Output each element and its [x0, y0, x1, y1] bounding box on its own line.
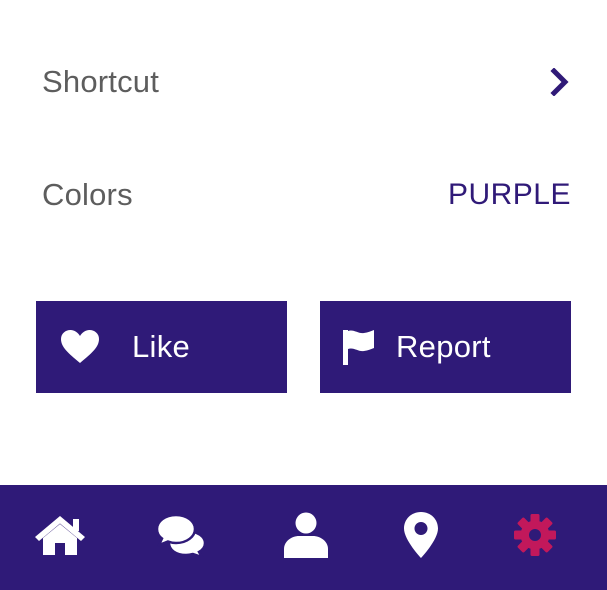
report-label: Report	[396, 329, 491, 364]
settings-row-colors[interactable]: Colors PURPLE	[42, 165, 571, 225]
tab-home[interactable]	[30, 507, 90, 567]
tab-location[interactable]	[391, 507, 451, 567]
gear-icon	[513, 513, 557, 562]
tab-profile[interactable]	[276, 507, 336, 567]
location-pin-icon	[403, 511, 439, 564]
heart-icon	[60, 327, 100, 367]
home-icon	[34, 514, 86, 561]
bottom-tab-bar	[0, 485, 607, 590]
chat-icon	[155, 513, 207, 562]
like-label: Like	[132, 329, 191, 364]
shortcut-label: Shortcut	[42, 64, 160, 99]
settings-row-shortcut[interactable]: Shortcut	[42, 52, 571, 112]
colors-value[interactable]: PURPLE	[448, 178, 571, 212]
colors-label: Colors	[42, 177, 133, 212]
flag-icon	[340, 327, 376, 367]
like-button[interactable]: Like	[36, 301, 287, 393]
tab-settings[interactable]	[505, 507, 565, 567]
user-icon	[282, 512, 330, 563]
chevron-right-icon[interactable]	[549, 67, 571, 97]
tab-chat[interactable]	[151, 507, 211, 567]
report-button[interactable]: Report	[320, 301, 571, 393]
